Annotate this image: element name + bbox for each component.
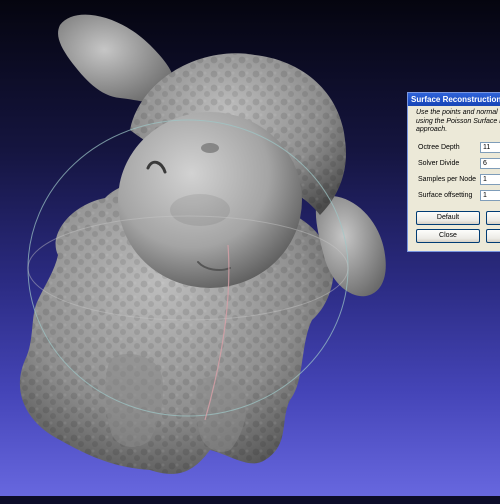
help-button[interactable] — [486, 229, 500, 243]
surface-reconstruction-dialog: Surface Reconstruction: P Use the points… — [407, 92, 500, 252]
3d-viewport[interactable] — [0, 0, 500, 504]
solver-divide-label: Solver Divide — [418, 160, 460, 167]
octree-depth-field[interactable]: 11 — [480, 142, 500, 153]
solver-divide-field[interactable]: 6 — [480, 158, 500, 169]
dialog-description: Use the points and normal to using the P… — [408, 106, 500, 135]
description-line: approach. — [416, 126, 448, 133]
dialog-title[interactable]: Surface Reconstruction: P — [408, 93, 500, 106]
samples-per-node-field[interactable]: 1 — [480, 174, 500, 185]
description-line: Use the points and normal to — [416, 109, 500, 116]
surface-offsetting-label: Surface offsetting — [418, 192, 473, 199]
status-strip — [0, 496, 500, 504]
default-button[interactable]: Default — [416, 211, 480, 225]
surface-offsetting-field[interactable]: 1 — [480, 190, 500, 201]
description-line: using the Poisson Surface re — [416, 117, 500, 125]
samples-per-node-label: Samples per Node — [418, 176, 476, 183]
viewport-canvas — [19, 14, 386, 474]
octree-depth-label: Octree Depth — [418, 144, 460, 151]
apply-button[interactable] — [486, 211, 500, 225]
close-button[interactable]: Close — [416, 229, 480, 243]
